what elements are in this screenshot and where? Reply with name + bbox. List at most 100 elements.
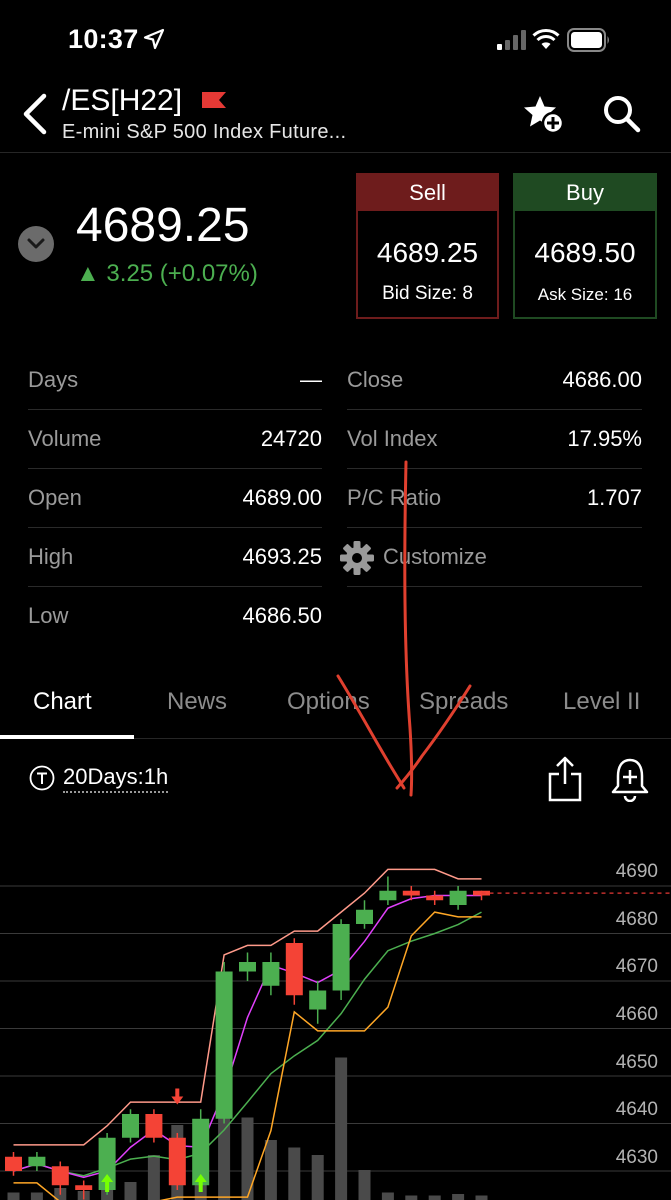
volume-bar: [452, 1194, 465, 1200]
search-icon[interactable]: [602, 94, 642, 134]
upper-band-line: [13, 868, 482, 1146]
stat-value: 4686.00: [562, 367, 642, 392]
volume-bar: [288, 1147, 301, 1200]
sell-button[interactable]: Sell 4689.25 Bid Size: 8: [356, 173, 499, 319]
candlestick-chart[interactable]: [0, 840, 671, 1200]
buy-label: Buy: [515, 175, 655, 211]
stat-label: P/C Ratio: [347, 485, 442, 510]
volume-bar: [124, 1182, 137, 1200]
bid-price: 4689.25: [376, 237, 479, 268]
candle-body: [28, 1156, 46, 1167]
y-tick-label: 4660: [615, 1004, 658, 1025]
ask-price: 4689.50: [534, 237, 636, 268]
stat-label: Days: [28, 367, 79, 392]
stat-value: 1.707: [586, 485, 642, 510]
sell-label: Sell: [358, 175, 497, 211]
stat-label: Vol Index: [347, 426, 438, 451]
stat-value: 24720: [260, 426, 322, 451]
location-arrow-icon: [143, 28, 165, 50]
volume-bar: [241, 1117, 254, 1200]
candle-body: [168, 1137, 186, 1186]
volume-bar: [335, 1057, 348, 1200]
battery-icon: [567, 28, 609, 52]
volume-bar: [405, 1195, 418, 1200]
volume-bar: [381, 1192, 394, 1200]
candle-body: [426, 895, 444, 901]
y-tick-label: 4630: [615, 1147, 658, 1168]
bid-size: Bid Size: 8: [382, 283, 473, 304]
stat-label: Close: [347, 367, 404, 392]
stat-value: 4686.50: [242, 603, 322, 628]
price-chart[interactable]: 4690 4680 4670 4660 4650 4640 4630: [0, 840, 671, 1200]
volume-bar: [30, 1192, 43, 1200]
stat-value: —: [300, 367, 322, 392]
candle-body: [309, 990, 327, 1010]
header-divider: [0, 152, 671, 153]
stat-label: Open: [28, 485, 82, 510]
stat-label: Volume: [28, 426, 102, 451]
tab-level-ii[interactable]: Level II: [563, 688, 640, 716]
stat-label: High: [28, 544, 74, 569]
symbol-title: /ES[H22]: [62, 84, 183, 117]
customize-button[interactable]: Customize: [340, 528, 642, 587]
candle-body: [5, 1156, 22, 1171]
volume-bar: [7, 1192, 20, 1200]
stat-row-close: Close 4686.00: [347, 351, 642, 410]
volume-bar: [358, 1170, 371, 1200]
y-tick-label: 4680: [615, 909, 658, 930]
tab-news[interactable]: News: [167, 688, 227, 716]
candle-body: [75, 1185, 93, 1190]
gear-icon: [340, 541, 374, 575]
last-price: 4689.25: [76, 199, 250, 252]
add-alert-bell-icon[interactable]: [610, 756, 650, 802]
chart-period-selector[interactable]: 20Days:1h: [63, 764, 169, 793]
candle-body: [51, 1166, 69, 1186]
y-tick-label: 4650: [615, 1052, 658, 1073]
candle-body: [122, 1114, 139, 1138]
candle-body: [239, 962, 256, 972]
stat-row-pc-ratio: P/C Ratio 1.707: [347, 469, 642, 528]
candle-body: [379, 890, 397, 901]
cellular-signal-icon: [497, 30, 526, 50]
share-icon[interactable]: [547, 756, 583, 802]
y-tick-label: 4690: [615, 861, 658, 882]
status-time: 10:37: [68, 24, 139, 54]
candle-body: [262, 962, 280, 986]
price-change: ▲ 3.25 (+0.07%): [76, 260, 258, 287]
ask-size: Ask Size: 16: [537, 285, 633, 304]
back-chevron-icon[interactable]: [20, 92, 50, 136]
stat-value: 4693.25: [242, 544, 322, 569]
candle-body: [356, 909, 373, 924]
buy-button[interactable]: Buy 4689.50 Ask Size: 16: [513, 173, 657, 319]
y-tick-label: 4670: [615, 956, 658, 977]
candle-body: [449, 890, 467, 905]
stat-value: 4689.00: [242, 485, 322, 510]
candle-body: [145, 1114, 163, 1138]
wifi-icon: [532, 28, 560, 49]
candle-body: [402, 890, 420, 896]
volume-bar: [428, 1195, 441, 1200]
y-tick-label: 4640: [615, 1099, 658, 1120]
stat-label: Low: [28, 603, 69, 628]
stat-row-open: Open 4689.00: [28, 469, 322, 528]
active-tab-indicator: [0, 735, 134, 739]
candle-body: [215, 971, 233, 1119]
symbol-description: E-mini S&P 500 Index Future...: [62, 121, 347, 143]
add-to-watchlist-star-icon[interactable]: [522, 94, 564, 134]
stat-value: 17.95%: [567, 426, 642, 451]
tab-chart[interactable]: Chart: [33, 688, 92, 716]
expand-quote-button[interactable]: [18, 226, 54, 262]
flag-icon[interactable]: [202, 92, 226, 108]
candle-body: [285, 943, 303, 996]
chevron-down-icon: [27, 238, 45, 249]
volume-bar: [311, 1155, 324, 1200]
stat-row-days: Days —: [28, 351, 322, 410]
volume-bar: [475, 1195, 488, 1200]
tab-spreads[interactable]: Spreads: [419, 688, 508, 716]
customize-label: Customize: [383, 544, 487, 569]
stat-row-vol-index: Vol Index 17.95%: [347, 410, 642, 469]
candle-body: [332, 924, 350, 991]
stat-row-volume: Volume 24720: [28, 410, 322, 469]
timeframe-t-icon[interactable]: [29, 765, 55, 791]
tab-options[interactable]: Options: [287, 688, 370, 716]
